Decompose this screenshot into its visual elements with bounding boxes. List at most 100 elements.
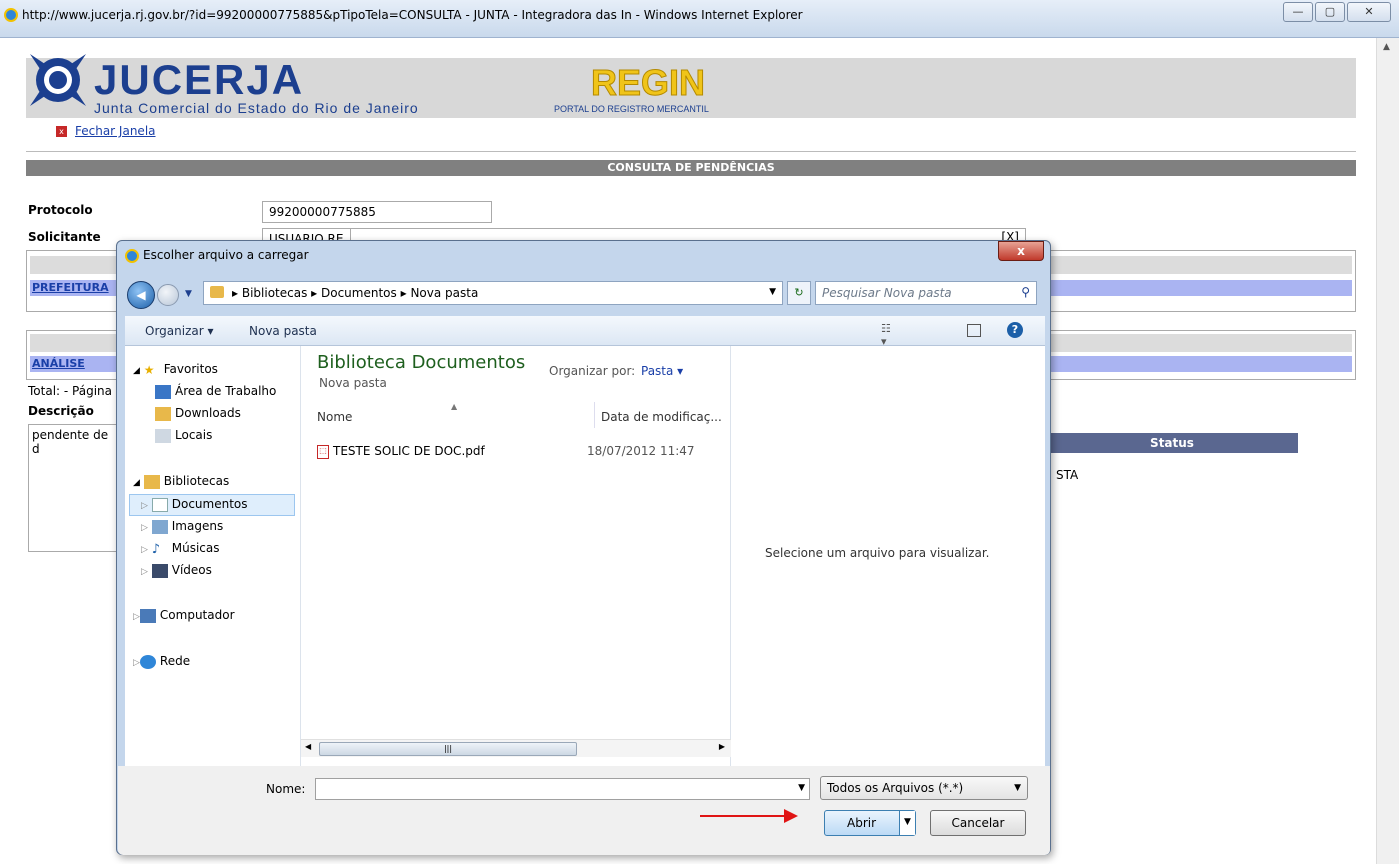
status-value: STA	[1056, 468, 1079, 482]
maximize-icon[interactable]: ▢	[1315, 2, 1345, 22]
scroll-up-icon[interactable]: ▲	[1383, 42, 1390, 52]
nav-bibliotecas[interactable]: ◢ Bibliotecas	[133, 474, 229, 489]
breadcrumb-bibliotecas[interactable]: Bibliotecas	[242, 286, 307, 300]
search-input[interactable]: Pesquisar Nova pasta ⚲	[815, 281, 1037, 305]
view-options-icon[interactable]: ☷ ▾	[881, 322, 897, 348]
forward-arrow-icon[interactable]	[157, 284, 179, 306]
nav-computador[interactable]: ▷ Computador	[133, 608, 235, 623]
minimize-icon[interactable]: —	[1283, 2, 1313, 22]
nav-computador-label: Computador	[159, 608, 235, 622]
logo-subtitle: Junta Comercial do Estado do Rio de Jane…	[94, 100, 419, 116]
regin-logo: REGIN	[590, 62, 706, 104]
new-folder-button[interactable]: Nova pasta	[249, 324, 317, 338]
prefeitura-link[interactable]: PREFEITURA	[32, 281, 109, 294]
annotation-arrow-icon	[700, 809, 798, 823]
nav-musicas[interactable]: ▷ ♪ Músicas	[141, 541, 220, 557]
scroll-right-icon[interactable]: ▶	[719, 742, 725, 751]
recent-places-icon	[155, 428, 171, 443]
open-button-label: Abrir	[847, 816, 877, 830]
column-divider	[594, 402, 595, 428]
dialog-title-text: Escolher arquivo a carregar	[143, 248, 309, 262]
nav-desktop[interactable]: Área de Trabalho	[155, 384, 276, 399]
expand-icon[interactable]: ◢	[133, 366, 140, 376]
breadcrumb-documentos[interactable]: Documentos	[321, 286, 397, 300]
nav-bibliotecas-label: Bibliotecas	[163, 474, 230, 488]
browser-title: http://www.jucerja.rj.gov.br/?id=9920000…	[22, 8, 803, 22]
pdf-icon: ⬚	[317, 444, 329, 459]
expand-icon[interactable]: ▷	[133, 658, 140, 668]
preview-message: Selecione um arquivo para visualizar.	[765, 546, 990, 560]
expand-icon[interactable]: ▷	[133, 612, 140, 622]
status-header: Status	[1046, 433, 1298, 453]
nav-documentos-label: Documentos	[171, 497, 248, 511]
ie-icon	[4, 8, 18, 22]
expand-icon[interactable]: ▷	[141, 523, 148, 533]
cancel-button[interactable]: Cancelar	[930, 810, 1026, 836]
file-row[interactable]: ⬚ TESTE SOLIC DE DOC.pdf 18/07/2012 11:47	[317, 444, 717, 459]
breadcrumb-sep-icon: ▸	[400, 286, 411, 300]
arrange-label: Organizar por:	[549, 364, 636, 378]
file-type-select[interactable]: Todos os Arquivos (*.*) ▼	[820, 776, 1028, 800]
analise-link[interactable]: ANÁLISE	[32, 357, 85, 370]
nav-videos[interactable]: ▷ Vídeos	[141, 563, 212, 578]
scroll-thumb[interactable]: |||	[319, 742, 577, 756]
navigation-pane: ◢ ★ Favoritos Área de Trabalho Downloads …	[125, 346, 301, 766]
file-date: 18/07/2012 11:47	[587, 444, 695, 458]
expand-icon[interactable]: ▷	[141, 545, 148, 555]
dialog-toolbar: Organizar ▾ Nova pasta ☷ ▾ ?	[125, 316, 1045, 348]
open-button[interactable]: Abrir ▼	[824, 810, 916, 836]
help-icon[interactable]: ?	[1007, 322, 1023, 338]
regin-subtitle: PORTAL DO REGISTRO MERCANTIL	[554, 104, 709, 114]
back-arrow-icon[interactable]: ◀	[127, 281, 155, 309]
preview-pane-icon[interactable]	[967, 324, 981, 337]
open-split-dropdown-icon[interactable]: ▼	[899, 811, 915, 835]
refresh-icon[interactable]: ↻	[787, 281, 811, 305]
jucerja-logo-icon	[30, 54, 86, 106]
library-subtitle: Nova pasta	[319, 376, 387, 390]
browser-titlebar: http://www.jucerja.rj.gov.br/?id=9920000…	[0, 0, 1399, 38]
breadcrumb-sep-icon: ▸	[232, 286, 242, 300]
file-dialog: Escolher arquivo a carregar x ◀ ▼ ▸ Bibl…	[116, 240, 1051, 855]
nav-imagens[interactable]: ▷ Imagens	[141, 519, 223, 534]
protocolo-field: 99200000775885	[262, 201, 492, 223]
address-bar[interactable]: ▸ Bibliotecas ▸ Documentos ▸ Nova pasta …	[203, 281, 783, 305]
nav-videos-label: Vídeos	[171, 563, 212, 577]
nav-rede[interactable]: ▷ Rede	[133, 654, 190, 669]
address-dropdown-icon[interactable]: ▼	[769, 287, 776, 297]
close-window-link[interactable]: x Fechar Janela	[56, 124, 156, 138]
music-icon: ♪	[151, 541, 161, 557]
scroll-left-icon[interactable]: ◀	[305, 742, 311, 751]
arrange-dropdown[interactable]: Pasta ▾	[641, 364, 683, 378]
computer-icon	[139, 608, 156, 623]
history-dropdown-icon[interactable]: ▼	[185, 289, 192, 299]
close-window-icon[interactable]: ✕	[1347, 2, 1391, 22]
nav-downloads[interactable]: Downloads	[155, 406, 241, 421]
nav-locais[interactable]: Locais	[155, 428, 212, 443]
search-icon[interactable]: ⚲	[1021, 285, 1030, 299]
filename-input[interactable]: ▼	[315, 778, 810, 800]
breadcrumb-nova-pasta[interactable]: Nova pasta	[410, 286, 478, 300]
close-window-label[interactable]: Fechar Janela	[75, 124, 156, 138]
column-name[interactable]: Nome	[317, 410, 352, 424]
horizontal-scrollbar[interactable]: ◀ ||| ▶	[301, 739, 731, 757]
filename-dropdown-icon[interactable]: ▼	[798, 783, 805, 793]
dialog-title: Escolher arquivo a carregar	[125, 248, 309, 263]
dialog-close-button[interactable]: x	[998, 241, 1044, 261]
logo-text: JUCERJA	[94, 56, 305, 103]
nav-rede-label: Rede	[159, 654, 191, 668]
expand-icon[interactable]: ◢	[133, 478, 140, 488]
filename-label: Nome:	[266, 782, 306, 796]
expand-icon[interactable]: ▷	[141, 567, 148, 577]
column-date[interactable]: Data de modificaç...	[601, 410, 722, 424]
nav-documentos[interactable]: ▷ Documentos	[141, 497, 248, 512]
divider	[26, 151, 1356, 152]
nav-musicas-label: Músicas	[171, 541, 220, 555]
file-type-dropdown-icon[interactable]: ▼	[1014, 783, 1021, 793]
page-scrollbar[interactable]: ▲	[1376, 38, 1399, 864]
expand-icon[interactable]: ▷	[141, 501, 148, 511]
organize-button[interactable]: Organizar ▾	[145, 324, 214, 338]
nav-favoritos[interactable]: ◢ ★ Favoritos	[133, 362, 218, 377]
desktop-icon	[155, 384, 171, 399]
protocolo-label: Protocolo	[28, 203, 93, 217]
file-type-value: Todos os Arquivos (*.*)	[827, 781, 964, 795]
